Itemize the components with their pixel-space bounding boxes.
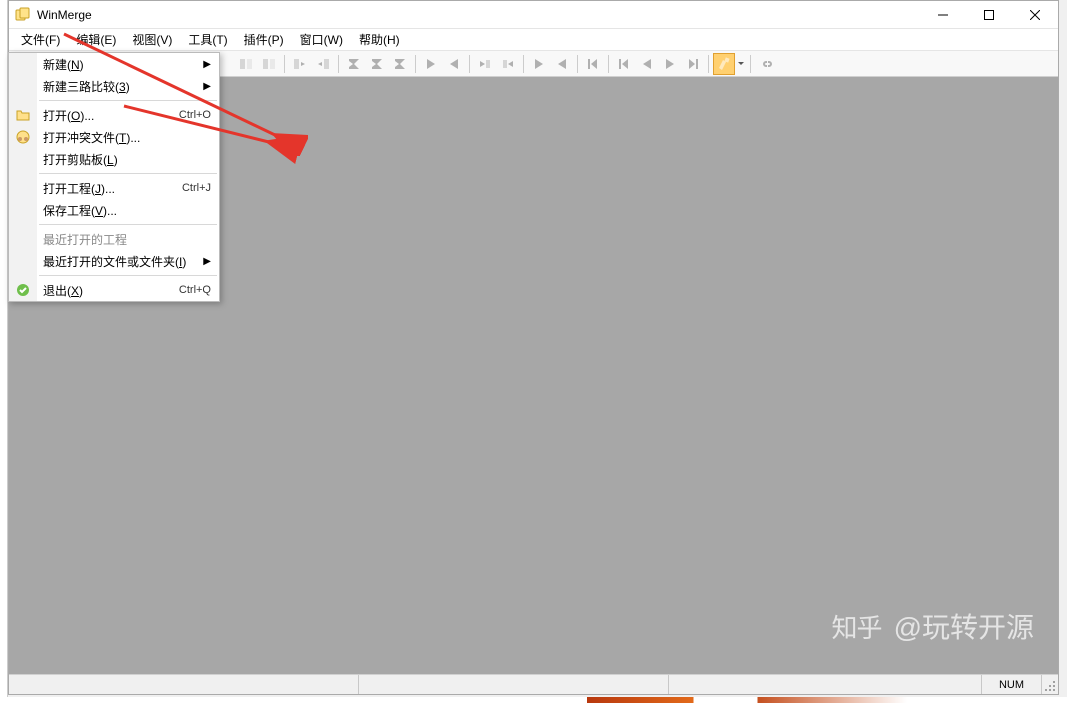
bottom-edge xyxy=(0,697,1067,703)
menu-view[interactable]: 视图(V) xyxy=(124,29,180,50)
skip-next-icon[interactable] xyxy=(659,53,681,75)
window-title: WinMerge xyxy=(37,8,92,22)
nav-left-icon[interactable] xyxy=(443,53,465,75)
copy-left-block-icon[interactable] xyxy=(289,53,311,75)
toolbar-dropdown-caret[interactable] xyxy=(736,53,746,75)
status-cell-1 xyxy=(9,675,359,694)
window-controls xyxy=(920,1,1058,29)
crop-edge xyxy=(0,0,8,703)
toolbar-separator xyxy=(750,55,751,73)
menu-item[interactable]: 新建三路比较(3)▶ xyxy=(9,75,219,97)
menu-help[interactable]: 帮助(H) xyxy=(351,29,408,50)
menu-item[interactable]: 打开冲突文件(T)... xyxy=(9,126,219,148)
menu-separator xyxy=(39,100,217,101)
skip-first-pair-icon[interactable] xyxy=(582,53,604,75)
copy-right-block-icon[interactable] xyxy=(312,53,334,75)
menu-item[interactable]: 打开剪贴板(L) xyxy=(9,148,219,170)
play-next-icon[interactable] xyxy=(528,53,550,75)
menu-separator xyxy=(39,224,217,225)
menu-item-label: 打开工程(J)... xyxy=(43,180,182,197)
menu-item-label: 保存工程(V)... xyxy=(43,202,211,219)
toolbar-separator xyxy=(284,55,285,73)
folder-icon xyxy=(15,107,31,123)
submenu-arrow-icon: ▶ xyxy=(203,59,211,70)
diff-docs-icon[interactable] xyxy=(235,53,257,75)
menu-file[interactable]: 文件(F) xyxy=(13,29,68,50)
zhihu-logo: 知乎 xyxy=(832,608,882,645)
exit-icon xyxy=(15,282,31,298)
skip-first-icon[interactable] xyxy=(613,53,635,75)
menu-item-label: 打开冲突文件(T)... xyxy=(43,129,211,146)
diff-prev-small-icon[interactable] xyxy=(497,53,519,75)
sigma-icon[interactable] xyxy=(389,53,411,75)
close-button[interactable] xyxy=(1012,1,1058,29)
menu-item-label: 最近打开的工程 xyxy=(43,231,211,248)
toolbar-separator xyxy=(338,55,339,73)
sigma-right-icon[interactable] xyxy=(366,53,388,75)
toolbar-separator xyxy=(469,55,470,73)
menu-item[interactable]: 最近打开的文件或文件夹(I)▶ xyxy=(9,250,219,272)
toolbar-separator xyxy=(708,55,709,73)
diff-side-icon[interactable] xyxy=(258,53,280,75)
menu-item[interactable]: 退出(X)Ctrl+Q xyxy=(9,279,219,301)
watermark: 知乎 @玩转开源 xyxy=(832,606,1034,646)
file-dropdown-menu: 新建(N)▶新建三路比较(3)▶打开(O)...Ctrl+O打开冲突文件(T).… xyxy=(8,52,220,302)
menu-item[interactable]: 新建(N)▶ xyxy=(9,53,219,75)
conflict-icon xyxy=(15,129,31,145)
resize-grip-icon[interactable] xyxy=(1042,675,1058,694)
menu-item-label: 打开剪贴板(L) xyxy=(43,151,211,168)
nav-right-icon[interactable] xyxy=(420,53,442,75)
menu-item-label: 退出(X) xyxy=(43,282,179,299)
menu-item-label: 新建三路比较(3) xyxy=(43,78,203,95)
menu-item[interactable]: 打开工程(J)...Ctrl+J xyxy=(9,177,219,199)
menu-shortcut: Ctrl+O xyxy=(179,109,211,121)
watermark-text: @玩转开源 xyxy=(894,606,1034,646)
toolbar-separator xyxy=(415,55,416,73)
menu-plugins[interactable]: 插件(P) xyxy=(236,29,292,50)
maximize-button[interactable] xyxy=(966,1,1012,29)
menu-window[interactable]: 窗口(W) xyxy=(292,29,351,50)
titlebar: WinMerge xyxy=(9,1,1058,29)
status-num: NUM xyxy=(982,675,1042,694)
toolbar-separator xyxy=(608,55,609,73)
toolbar-separator xyxy=(523,55,524,73)
menu-edit[interactable]: 编辑(E) xyxy=(68,29,124,50)
menubar: 文件(F) 编辑(E) 视图(V) 工具(T) 插件(P) 窗口(W) 帮助(H… xyxy=(9,29,1058,51)
link-icon[interactable] xyxy=(755,53,777,75)
menu-item-label: 最近打开的文件或文件夹(I) xyxy=(43,253,203,270)
diff-next-small-icon[interactable] xyxy=(474,53,496,75)
submenu-arrow-icon: ▶ xyxy=(203,81,211,92)
status-cell-2 xyxy=(359,675,669,694)
skip-prev-icon[interactable] xyxy=(636,53,658,75)
sigma-left-icon[interactable] xyxy=(343,53,365,75)
minimize-button[interactable] xyxy=(920,1,966,29)
menu-item: 最近打开的工程 xyxy=(9,228,219,250)
menu-item-label: 打开(O)... xyxy=(43,107,179,124)
app-icon xyxy=(15,7,31,23)
menu-separator xyxy=(39,275,217,276)
submenu-arrow-icon: ▶ xyxy=(203,256,211,267)
toolbar-separator xyxy=(577,55,578,73)
menu-tools[interactable]: 工具(T) xyxy=(180,29,235,50)
highlight-toggle-icon[interactable] xyxy=(713,53,735,75)
status-cell-3 xyxy=(669,675,982,694)
menu-separator xyxy=(39,173,217,174)
menu-shortcut: Ctrl+Q xyxy=(179,284,211,296)
statusbar: NUM xyxy=(9,674,1058,694)
menu-item[interactable]: 保存工程(V)... xyxy=(9,199,219,221)
skip-last-icon[interactable] xyxy=(682,53,704,75)
menu-shortcut: Ctrl+J xyxy=(182,182,211,194)
menu-item[interactable]: 打开(O)...Ctrl+O xyxy=(9,104,219,126)
play-prev-icon[interactable] xyxy=(551,53,573,75)
menu-item-label: 新建(N) xyxy=(43,56,203,73)
